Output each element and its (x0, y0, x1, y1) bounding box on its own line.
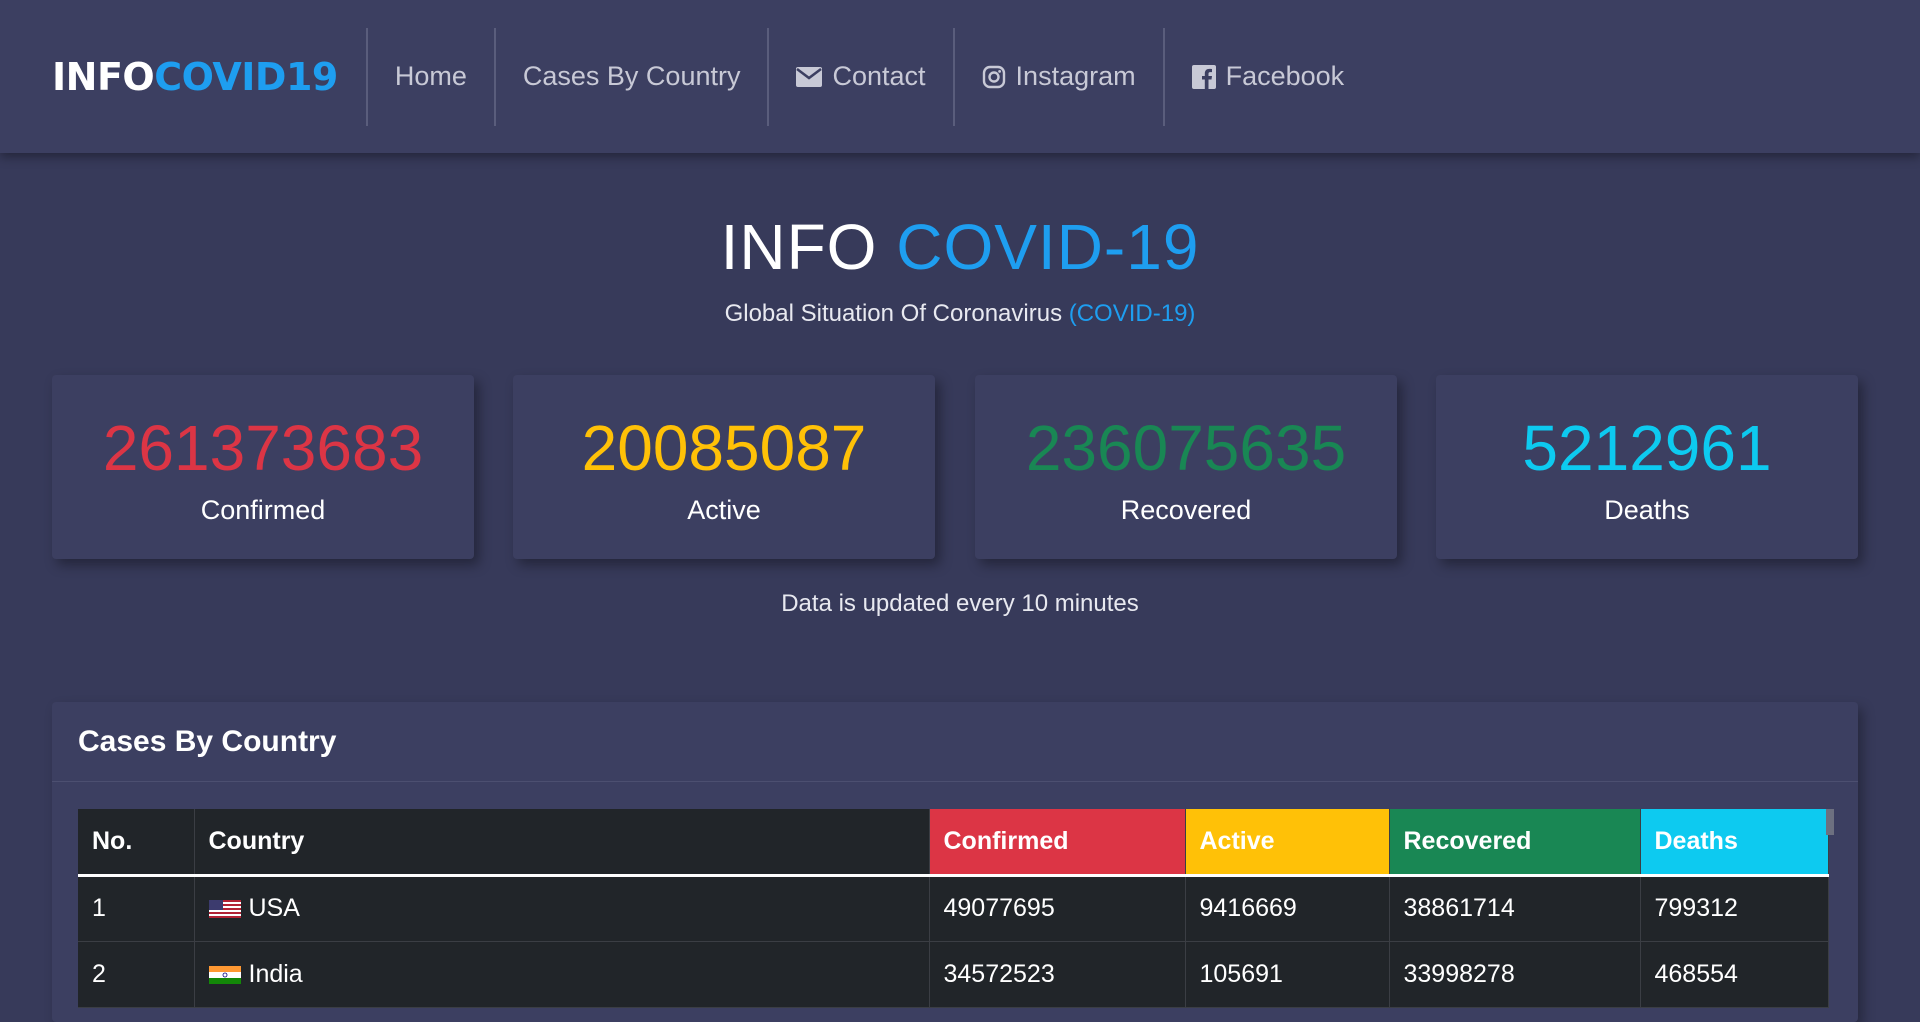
table-header-row: No. Country Confirmed Active Recovered D… (78, 809, 1829, 877)
cell-confirmed: 49077695 (929, 875, 1186, 942)
table-row: 1 USA 49077695 9416669 38861714 799312 (78, 875, 1829, 942)
panel-heading: Cases By Country (52, 702, 1858, 782)
cases-by-country-panel: Cases By Country No. Country Confirmed A… (52, 702, 1858, 1022)
nav-menu: Home Cases By Country Contact Instagram (365, 0, 1372, 153)
confirmed-count: 261373683 (102, 412, 424, 484)
stat-card-confirmed: 261373683 Confirmed (52, 375, 474, 559)
facebook-icon (1191, 64, 1216, 89)
table-scrollbar[interactable] (1826, 809, 1834, 835)
cell-country: India (194, 941, 930, 1008)
page-subtitle: Global Situation Of Coronavirus (COVID-1… (0, 300, 1920, 328)
stat-card-deaths: 5212961 Deaths (1436, 375, 1858, 559)
recovered-label: Recovered (1120, 495, 1252, 525)
brand-part-info: INFO (52, 54, 155, 99)
update-note: Data is updated every 10 minutes (781, 590, 1139, 617)
brand-logo[interactable]: INFOCOVID19 (52, 55, 366, 99)
nav-instagram[interactable]: Instagram (952, 27, 1163, 126)
col-header-no[interactable]: No. (78, 809, 195, 877)
nav-cases-label: Cases By Country (522, 61, 741, 91)
deaths-count: 5212961 (1522, 412, 1772, 484)
country-name: India (248, 959, 303, 988)
subtitle-highlight: (COVID-19) (1068, 300, 1196, 327)
nav-instagram-label: Instagram (1015, 61, 1136, 91)
active-label: Active (687, 495, 761, 525)
cell-deaths: 468554 (1640, 941, 1829, 1008)
title-part-covid: COVID-19 (896, 211, 1200, 283)
country-name: USA (248, 894, 300, 922)
recovered-count: 236075635 (1025, 412, 1347, 484)
nav-home-label: Home (394, 61, 467, 91)
title-part-info: INFO (720, 211, 878, 283)
cell-no: 1 (78, 875, 195, 942)
india-flag-icon (208, 965, 241, 984)
subtitle-text: Global Situation Of Coronavirus (724, 300, 1063, 327)
nav-facebook[interactable]: Facebook (1162, 27, 1372, 126)
stat-card-active: 20085087 Active (513, 375, 935, 559)
nav-contact-label: Contact (832, 61, 926, 91)
cell-recovered: 33998278 (1389, 941, 1641, 1008)
cell-confirmed: 34572523 (929, 941, 1186, 1008)
table-wrapper[interactable]: No. Country Confirmed Active Recovered D… (78, 809, 1829, 1008)
cell-active: 105691 (1185, 941, 1390, 1008)
nav-facebook-label: Facebook (1225, 61, 1345, 91)
col-header-country[interactable]: Country (194, 809, 930, 877)
confirmed-label: Confirmed (200, 495, 326, 525)
active-count: 20085087 (581, 412, 867, 484)
col-header-active[interactable]: Active (1185, 809, 1390, 877)
country-table: No. Country Confirmed Active Recovered D… (78, 809, 1829, 1008)
col-header-confirmed[interactable]: Confirmed (929, 809, 1186, 877)
page-title: INFO COVID-19 (0, 210, 1920, 284)
stats-cards: 261373683 Confirmed 20085087 Active 2360… (52, 375, 1858, 559)
envelope-icon (796, 66, 823, 87)
cell-country: USA (194, 875, 930, 942)
nav-contact[interactable]: Contact (767, 27, 952, 126)
nav-cases-by-country[interactable]: Cases By Country (493, 27, 768, 126)
cell-deaths: 799312 (1640, 875, 1829, 942)
cell-active: 9416669 (1185, 875, 1390, 942)
nav-home[interactable]: Home (365, 27, 494, 126)
deaths-label: Deaths (1604, 495, 1690, 525)
table-row: 2 India 34572523 105691 33998278 468554 (78, 941, 1829, 1008)
brand-part-covid: COVID19 (154, 54, 338, 99)
instagram-icon (982, 65, 1005, 88)
navbar: INFOCOVID19 Home Cases By Country Contac… (0, 0, 1920, 153)
cell-recovered: 38861714 (1389, 875, 1641, 942)
us-flag-icon (208, 900, 241, 919)
col-header-deaths[interactable]: Deaths (1640, 809, 1829, 877)
col-header-recovered[interactable]: Recovered (1389, 809, 1641, 877)
cell-no: 2 (78, 941, 195, 1008)
stat-card-recovered: 236075635 Recovered (975, 375, 1397, 559)
